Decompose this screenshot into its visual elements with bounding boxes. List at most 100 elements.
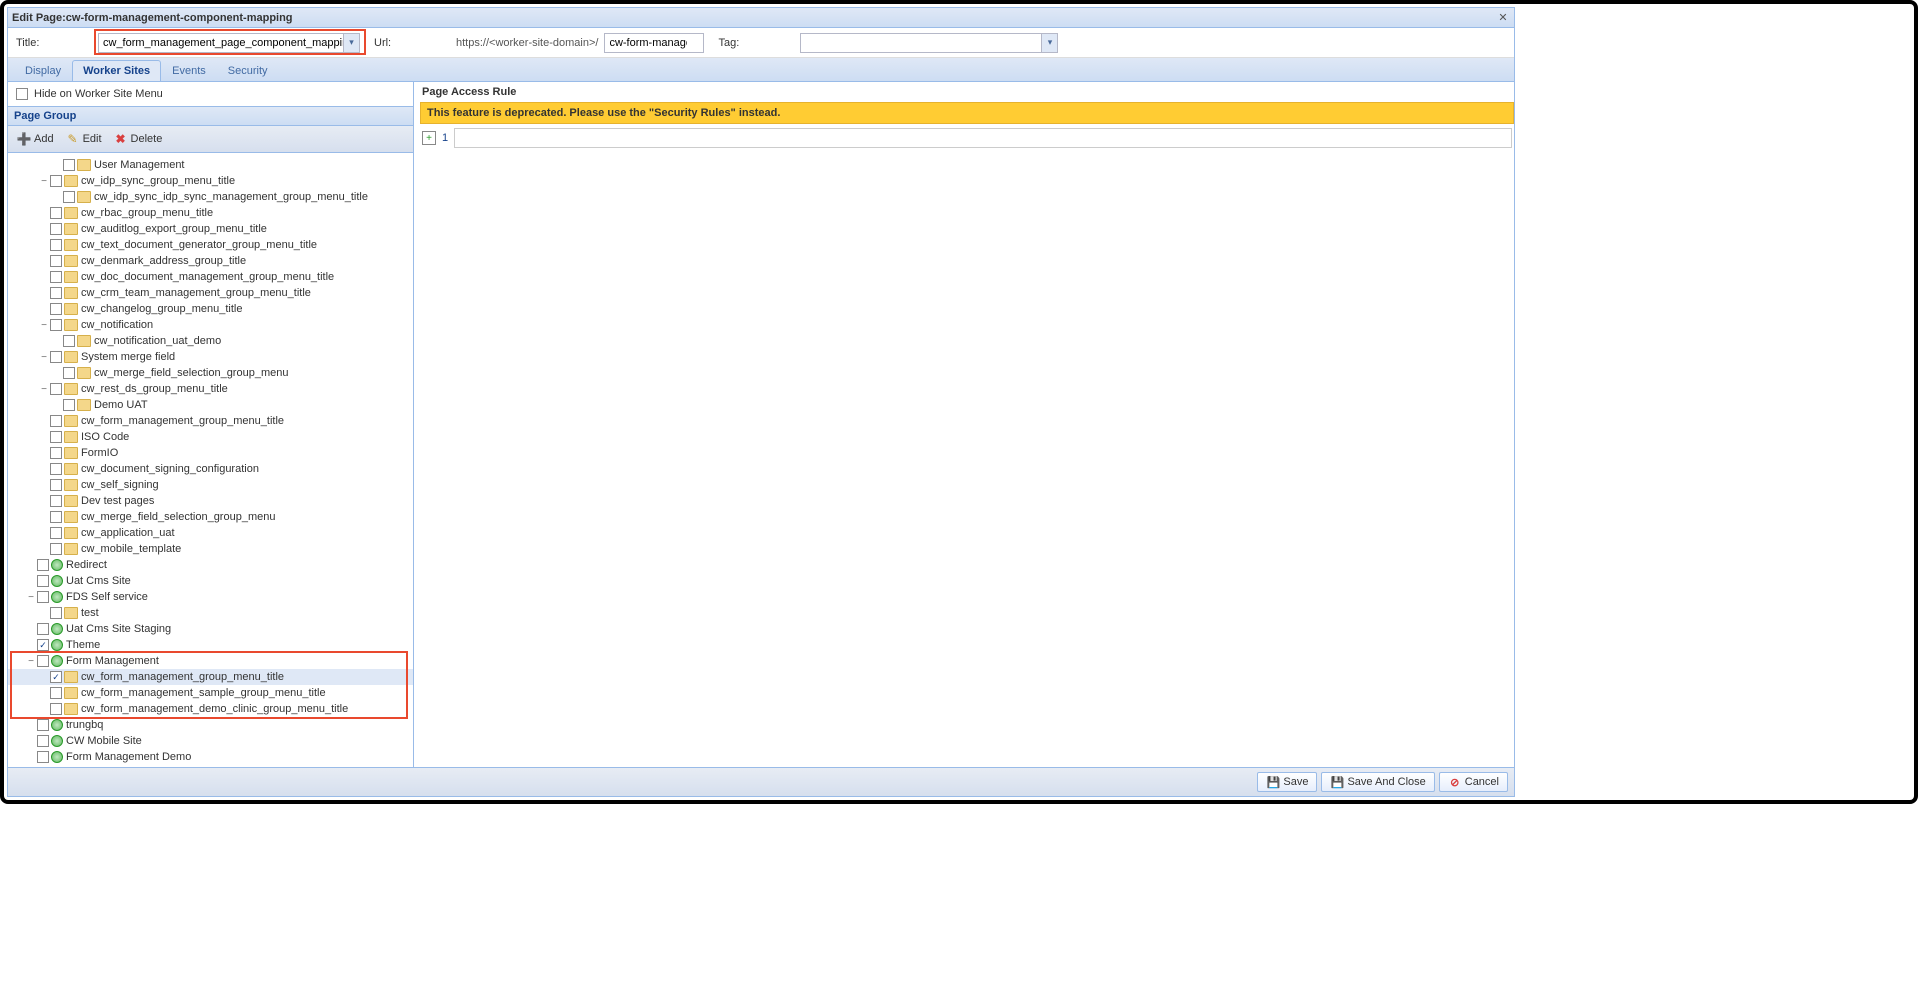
- save-button[interactable]: 💾Save: [1257, 772, 1317, 792]
- tree-node[interactable]: −Form Management: [8, 653, 413, 669]
- tree-node[interactable]: User Management: [8, 157, 413, 173]
- rule-condition[interactable]: [454, 128, 1512, 148]
- node-checkbox[interactable]: [50, 511, 62, 523]
- tree-node[interactable]: cw_document_signing_configuration: [8, 461, 413, 477]
- node-checkbox[interactable]: [50, 175, 62, 187]
- node-checkbox[interactable]: [50, 271, 62, 283]
- tree-node[interactable]: cw_changelog_group_menu_title: [8, 301, 413, 317]
- collapse-icon[interactable]: −: [38, 383, 50, 395]
- node-checkbox[interactable]: [63, 191, 75, 203]
- node-checkbox[interactable]: [50, 703, 62, 715]
- edit-button[interactable]: ✎Edit: [61, 129, 107, 149]
- tree-node[interactable]: cw_merge_field_selection_group_menu: [8, 509, 413, 525]
- tag-dropdown-trigger[interactable]: ▾: [1041, 34, 1057, 52]
- node-checkbox[interactable]: [37, 719, 49, 731]
- node-checkbox[interactable]: [63, 399, 75, 411]
- node-checkbox[interactable]: [50, 543, 62, 555]
- save-and-close-button[interactable]: 💾Save And Close: [1321, 772, 1434, 792]
- node-checkbox[interactable]: [50, 255, 62, 267]
- node-checkbox[interactable]: [50, 527, 62, 539]
- node-checkbox[interactable]: [50, 223, 62, 235]
- tree-node[interactable]: cw_doc_document_management_group_menu_ti…: [8, 269, 413, 285]
- node-checkbox[interactable]: [37, 735, 49, 747]
- tree-node[interactable]: Dev test pages: [8, 493, 413, 509]
- tab-display[interactable]: Display: [14, 60, 72, 81]
- tree-node[interactable]: −cw_idp_sync_group_menu_title: [8, 173, 413, 189]
- node-checkbox[interactable]: [50, 495, 62, 507]
- node-checkbox[interactable]: [50, 351, 62, 363]
- tab-worker-sites[interactable]: Worker Sites: [72, 60, 161, 81]
- tree-node[interactable]: Theme: [8, 637, 413, 653]
- tree-node[interactable]: trungbq: [8, 717, 413, 733]
- close-icon[interactable]: ✕: [1496, 11, 1510, 25]
- tree-node[interactable]: cw_text_document_generator_group_menu_ti…: [8, 237, 413, 253]
- delete-button[interactable]: ✖Delete: [109, 129, 168, 149]
- collapse-icon[interactable]: −: [25, 591, 37, 603]
- tag-select[interactable]: [800, 33, 1058, 53]
- tree-node[interactable]: cw_notification_uat_demo: [8, 333, 413, 349]
- node-checkbox[interactable]: [50, 303, 62, 315]
- tree-node[interactable]: Uat Cms Site: [8, 573, 413, 589]
- node-checkbox[interactable]: [50, 687, 62, 699]
- add-button[interactable]: ➕Add: [12, 129, 59, 149]
- tree-node[interactable]: cw_mobile_template: [8, 541, 413, 557]
- tree-node[interactable]: Form Management Demo: [8, 749, 413, 765]
- tree-node[interactable]: −FDS Self service: [8, 589, 413, 605]
- node-checkbox[interactable]: [50, 383, 62, 395]
- tree-node[interactable]: cw_crm_team_management_group_menu_title: [8, 285, 413, 301]
- node-checkbox[interactable]: [37, 575, 49, 587]
- collapse-icon[interactable]: −: [25, 655, 37, 667]
- node-checkbox[interactable]: [37, 751, 49, 763]
- node-checkbox[interactable]: [50, 463, 62, 475]
- collapse-icon[interactable]: −: [38, 319, 50, 331]
- node-checkbox[interactable]: [37, 591, 49, 603]
- tree-node[interactable]: ISO Code: [8, 429, 413, 445]
- tree-node[interactable]: cw_idp_sync_idp_sync_management_group_me…: [8, 189, 413, 205]
- node-checkbox[interactable]: [50, 287, 62, 299]
- tree-node[interactable]: −cw_rest_ds_group_menu_title: [8, 381, 413, 397]
- tree-node[interactable]: cw_rbac_group_menu_title: [8, 205, 413, 221]
- tree[interactable]: User Management−cw_idp_sync_group_menu_t…: [8, 153, 413, 767]
- collapse-icon[interactable]: −: [38, 351, 50, 363]
- cancel-button[interactable]: ⊘Cancel: [1439, 772, 1508, 792]
- tab-security[interactable]: Security: [217, 60, 279, 81]
- node-checkbox[interactable]: [37, 623, 49, 635]
- node-checkbox[interactable]: [50, 431, 62, 443]
- tree-node[interactable]: Uat Cms Site Staging: [8, 621, 413, 637]
- tree-node[interactable]: cw_auditlog_export_group_menu_title: [8, 221, 413, 237]
- tree-node[interactable]: test: [8, 605, 413, 621]
- node-checkbox[interactable]: [50, 239, 62, 251]
- tree-node[interactable]: cw_form_management_group_menu_title: [8, 669, 413, 685]
- tree-node[interactable]: FormIO: [8, 445, 413, 461]
- node-checkbox[interactable]: [37, 559, 49, 571]
- node-checkbox[interactable]: [50, 671, 62, 683]
- tree-node[interactable]: cw_form_management_sample_group_menu_tit…: [8, 685, 413, 701]
- title-dropdown-trigger[interactable]: ▾: [343, 34, 359, 52]
- node-checkbox[interactable]: [63, 159, 75, 171]
- node-checkbox[interactable]: [50, 207, 62, 219]
- tree-node[interactable]: cw_application_uat: [8, 525, 413, 541]
- collapse-icon[interactable]: −: [38, 175, 50, 187]
- node-checkbox[interactable]: [50, 319, 62, 331]
- tree-node[interactable]: cw_self_signing: [8, 477, 413, 493]
- node-checkbox[interactable]: [50, 479, 62, 491]
- node-checkbox[interactable]: [37, 639, 49, 651]
- tree-node[interactable]: cw_merge_field_selection_group_menu: [8, 365, 413, 381]
- tree-node[interactable]: cw_denmark_address_group_title: [8, 253, 413, 269]
- tree-node[interactable]: CW Mobile Site: [8, 733, 413, 749]
- tree-node[interactable]: Redirect: [8, 557, 413, 573]
- add-rule-icon[interactable]: +: [422, 131, 436, 145]
- node-checkbox[interactable]: [50, 607, 62, 619]
- tree-node[interactable]: cw_form_management_demo_clinic_group_men…: [8, 701, 413, 717]
- tree-node[interactable]: Demo UAT: [8, 397, 413, 413]
- tree-node[interactable]: −System merge field: [8, 349, 413, 365]
- node-checkbox[interactable]: [63, 367, 75, 379]
- node-checkbox[interactable]: [50, 447, 62, 459]
- tree-node[interactable]: cw_form_management_group_menu_title: [8, 413, 413, 429]
- tree-node[interactable]: −cw_notification: [8, 317, 413, 333]
- hide-checkbox[interactable]: [16, 88, 28, 100]
- tab-events[interactable]: Events: [161, 60, 217, 81]
- node-checkbox[interactable]: [50, 415, 62, 427]
- node-checkbox[interactable]: [63, 335, 75, 347]
- title-input[interactable]: [98, 33, 360, 53]
